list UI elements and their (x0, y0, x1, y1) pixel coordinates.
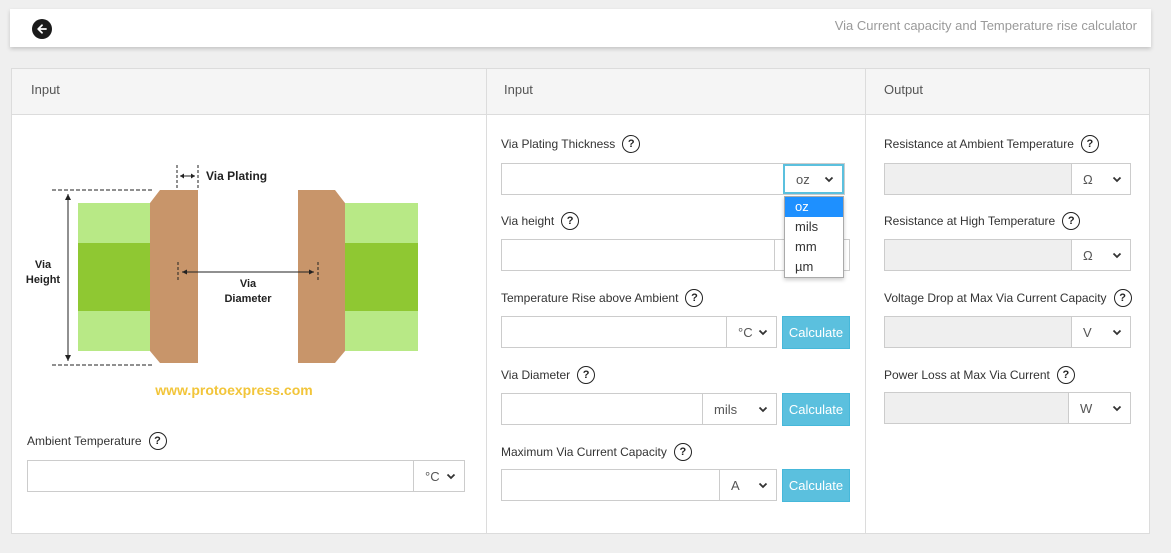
resistance-ambient-label: Resistance at Ambient Temperature ? (884, 135, 1099, 153)
unit-text: °C (425, 468, 440, 484)
chevron-down-icon (758, 482, 768, 489)
ambient-temperature-label: Ambient Temperature ? (27, 432, 167, 450)
unit-text: Ω (1083, 171, 1093, 187)
label-text: Temperature Rise above Ambient (501, 291, 679, 305)
unit-text: oz (796, 171, 810, 187)
ambient-temperature-unit-select[interactable]: °C (413, 461, 464, 491)
power-loss-label: Power Loss at Max Via Current ? (884, 366, 1075, 384)
unit-text: °C (738, 324, 753, 340)
back-button[interactable] (32, 19, 52, 39)
ambient-temperature-input[interactable] (28, 461, 413, 491)
dropdown-option-mm[interactable]: mm (785, 237, 843, 257)
help-icon[interactable]: ? (1113, 289, 1132, 307)
dropdown-option-um[interactable]: µm (785, 257, 843, 277)
chevron-down-icon (1112, 329, 1122, 336)
max-via-current-label: Maximum Via Current Capacity ? (501, 443, 692, 461)
chevron-down-icon (446, 473, 456, 480)
label-text: Maximum Via Current Capacity (501, 445, 667, 459)
help-icon[interactable]: ? (673, 443, 692, 461)
website-watermark: www.protoexpress.com (154, 382, 312, 398)
arrow-left-icon (37, 24, 47, 34)
help-icon[interactable]: ? (685, 289, 704, 307)
via-plating-thickness-group: oz (501, 163, 845, 195)
temperature-rise-input[interactable] (502, 317, 726, 347)
plating-unit-dropdown: oz mils mm µm (784, 196, 844, 278)
chevron-down-icon (824, 176, 834, 183)
help-icon[interactable]: ? (577, 366, 596, 384)
label-text: Resistance at High Temperature (884, 214, 1056, 228)
via-plating-label: Via Plating (206, 169, 267, 183)
via-plating-thickness-unit-select[interactable]: oz (783, 164, 844, 194)
via-diameter-input[interactable] (502, 394, 702, 424)
unit-text: W (1080, 400, 1093, 416)
help-icon[interactable]: ? (1056, 366, 1075, 384)
via-diameter-label-2: Diameter (224, 293, 272, 305)
unit-text: mils (714, 401, 738, 417)
via-height-label-2: Height (26, 274, 61, 286)
via-diameter-label-1: Via (240, 278, 257, 290)
help-icon[interactable]: ? (561, 212, 580, 230)
power-loss-unit-select[interactable]: W (1068, 393, 1130, 423)
resistance-high-label: Resistance at High Temperature ? (884, 212, 1081, 230)
label-text: Voltage Drop at Max Via Current Capacity (884, 291, 1107, 305)
voltage-drop-label: Voltage Drop at Max Via Current Capacity… (884, 289, 1132, 307)
unit-text: A (731, 477, 740, 493)
resistance-ambient-output (885, 164, 1071, 194)
unit-text: V (1083, 324, 1092, 340)
dropdown-option-oz[interactable]: oz (785, 197, 843, 217)
power-loss-output (885, 393, 1068, 423)
unit-text: Ω (1083, 247, 1093, 263)
chevron-down-icon (1112, 252, 1122, 259)
help-icon[interactable]: ? (1062, 212, 1081, 230)
via-height-input[interactable] (502, 240, 774, 270)
label-text: Resistance at Ambient Temperature (884, 137, 1074, 151)
help-icon[interactable]: ? (148, 432, 167, 450)
via-diameter-label: Via Diameter ? (501, 366, 596, 384)
power-loss-group: W (884, 392, 1131, 424)
via-diameter-group: mils (501, 393, 777, 425)
chevron-down-icon (1112, 176, 1122, 183)
panel-heading: Input (12, 69, 486, 115)
via-height-label: Via height ? (501, 212, 580, 230)
chevron-down-icon (758, 329, 768, 336)
resistance-high-group: Ω (884, 239, 1131, 271)
panel-heading: Output (866, 69, 1149, 115)
top-bar: Via Current capacity and Temperature ris… (10, 9, 1151, 47)
label-text: Via Plating Thickness (501, 137, 616, 151)
voltage-drop-output (885, 317, 1071, 347)
resistance-high-unit-select[interactable]: Ω (1071, 240, 1130, 270)
resistance-ambient-group: Ω (884, 163, 1131, 195)
resistance-ambient-unit-select[interactable]: Ω (1071, 164, 1130, 194)
max-via-current-group: A (501, 469, 777, 501)
via-plating-thickness-label: Via Plating Thickness ? (501, 135, 641, 153)
calculate-temperature-rise-button[interactable]: Calculate (782, 316, 850, 349)
help-icon[interactable]: ? (1080, 135, 1099, 153)
panel-heading: Input (487, 69, 865, 115)
via-diameter-unit-select[interactable]: mils (702, 394, 776, 424)
chevron-down-icon (758, 406, 768, 413)
temperature-rise-label: Temperature Rise above Ambient ? (501, 289, 704, 307)
temperature-rise-group: °C (501, 316, 777, 348)
voltage-drop-unit-select[interactable]: V (1071, 317, 1130, 347)
label-text: Power Loss at Max Via Current (884, 368, 1050, 382)
ambient-temperature-group: °C (27, 460, 465, 492)
via-diagram: Via Plating Via Height Via Diameter www.… (26, 165, 418, 398)
dropdown-option-mils[interactable]: mils (785, 217, 843, 237)
calculate-max-via-current-button[interactable]: Calculate (782, 469, 850, 502)
max-via-current-input[interactable] (502, 470, 719, 500)
max-via-current-unit-select[interactable]: A (719, 470, 776, 500)
voltage-drop-group: V (884, 316, 1131, 348)
help-icon[interactable]: ? (622, 135, 641, 153)
page-title: Via Current capacity and Temperature ris… (834, 18, 1137, 33)
calculate-via-diameter-button[interactable]: Calculate (782, 393, 850, 426)
resistance-high-output (885, 240, 1071, 270)
temperature-rise-unit-select[interactable]: °C (726, 317, 776, 347)
via-height-label-1: Via (35, 259, 52, 271)
label-text: Via height (501, 214, 555, 228)
label-text: Via Diameter (501, 368, 571, 382)
label-text: Ambient Temperature (27, 434, 142, 448)
chevron-down-icon (1112, 405, 1122, 412)
via-plating-thickness-input[interactable] (502, 164, 783, 194)
